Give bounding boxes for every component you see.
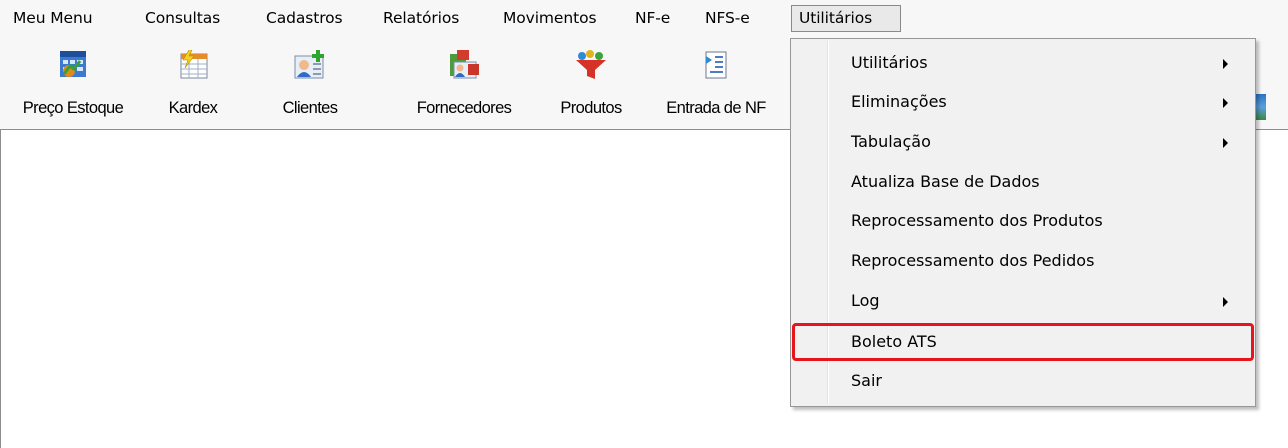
toolbar-label: Produtos: [560, 99, 622, 117]
toolbar-button-kardex[interactable]: Kardex: [146, 38, 240, 128]
dropdown-item-label: Log: [851, 291, 880, 310]
dropdown-item-utilitarios[interactable]: Utilitários: [794, 44, 1252, 82]
menubar: Meu Menu Consultas Cadastros Relatórios …: [0, 0, 1288, 38]
submenu-arrow-icon: [1223, 59, 1228, 69]
price-stock-icon: [60, 51, 86, 77]
menu-nfse[interactable]: NFS-e: [698, 5, 757, 32]
utilitarios-dropdown: Utilitários Eliminações Tabulação Atuali…: [790, 38, 1256, 407]
dropdown-item-log[interactable]: Log: [794, 282, 1252, 320]
clients-icon: [294, 50, 324, 79]
dropdown-item-label: Boleto ATS: [851, 332, 937, 351]
dropdown-item-label: Reprocessamento dos Produtos: [851, 211, 1103, 230]
dropdown-item-reprocessamento-pedidos[interactable]: Reprocessamento dos Pedidos: [794, 242, 1252, 280]
dropdown-item-label: Atualiza Base de Dados: [851, 172, 1040, 191]
dropdown-item-boleto-ats[interactable]: Boleto ATS: [792, 323, 1254, 361]
menu-utilitarios[interactable]: Utilitários: [791, 5, 901, 32]
submenu-arrow-icon: [1223, 98, 1228, 108]
dropdown-item-sair[interactable]: Sair: [794, 362, 1252, 400]
toolbar-label: Entrada de NF: [666, 99, 766, 117]
toolbar-button-fornecedores[interactable]: Fornecedores: [394, 38, 534, 128]
dropdown-item-label: Utilitários: [851, 53, 928, 72]
products-icon: [576, 50, 606, 79]
menu-cadastros[interactable]: Cadastros: [259, 5, 350, 32]
toolbar-label: Preço Estoque: [22, 99, 124, 117]
dropdown-item-reprocessamento-produtos[interactable]: Reprocessamento dos Produtos: [794, 202, 1252, 240]
toolbar-label: Fornecedores: [416, 99, 512, 117]
invoice-entry-icon: [705, 51, 727, 79]
menu-consultas[interactable]: Consultas: [138, 5, 227, 32]
suppliers-icon: [450, 50, 479, 79]
menu-meu-menu[interactable]: Meu Menu: [6, 5, 99, 32]
sair-icon: [1256, 94, 1266, 120]
submenu-arrow-icon: [1223, 138, 1228, 148]
toolbar-label: Clientes: [282, 99, 338, 117]
toolbar-button-clientes[interactable]: Clientes: [240, 38, 380, 128]
toolbar-button-preco-estoque[interactable]: Preço Estoque: [0, 38, 146, 128]
kardex-icon: [180, 50, 208, 79]
toolbar-button-produtos[interactable]: Produtos: [544, 38, 638, 128]
dropdown-item-label: Sair: [851, 371, 882, 390]
toolbar-label: Kardex: [168, 99, 218, 117]
toolbar-button-entrada-nf[interactable]: Entrada de NF: [646, 38, 786, 128]
dropdown-item-atualiza-base[interactable]: Atualiza Base de Dados: [794, 163, 1252, 201]
submenu-arrow-icon: [1223, 297, 1228, 307]
dropdown-item-eliminacoes[interactable]: Eliminações: [794, 83, 1252, 121]
dropdown-item-label: Reprocessamento dos Pedidos: [851, 251, 1095, 270]
dropdown-item-tabulacao[interactable]: Tabulação: [794, 123, 1252, 161]
menu-relatorios[interactable]: Relatórios: [376, 5, 466, 32]
dropdown-item-label: Tabulação: [851, 132, 931, 151]
menu-nfe[interactable]: NF-e: [628, 5, 677, 32]
menu-movimentos[interactable]: Movimentos: [496, 5, 603, 32]
dropdown-item-label: Eliminações: [851, 92, 947, 111]
